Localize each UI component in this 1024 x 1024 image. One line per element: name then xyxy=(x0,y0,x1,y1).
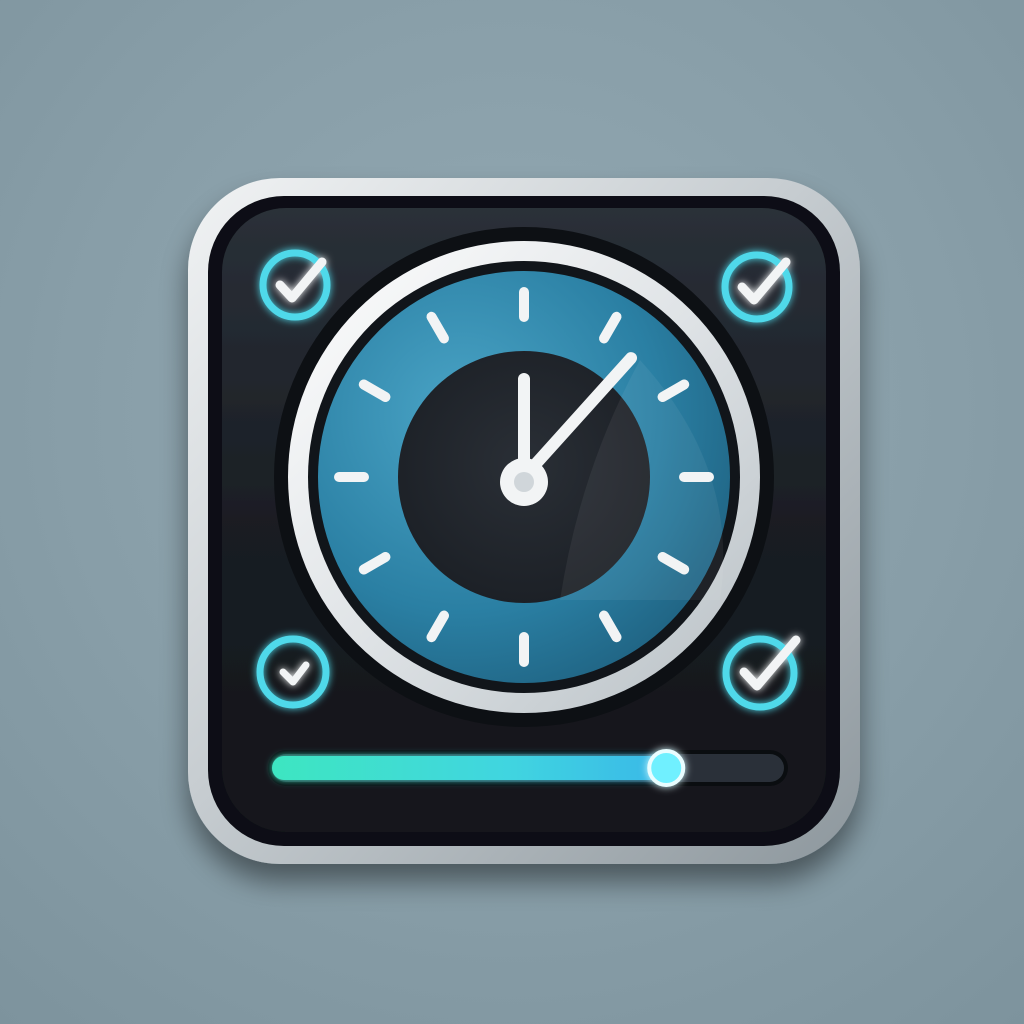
check-button-top-left[interactable] xyxy=(255,245,335,325)
clock-icon xyxy=(274,227,774,727)
check-button-top-right[interactable] xyxy=(717,247,797,327)
check-button-bottom-right[interactable] xyxy=(720,633,800,713)
progress-slider-hit-area[interactable] xyxy=(268,746,788,792)
check-button-bottom-left[interactable] xyxy=(253,632,333,712)
timer-app-icon xyxy=(188,178,860,864)
